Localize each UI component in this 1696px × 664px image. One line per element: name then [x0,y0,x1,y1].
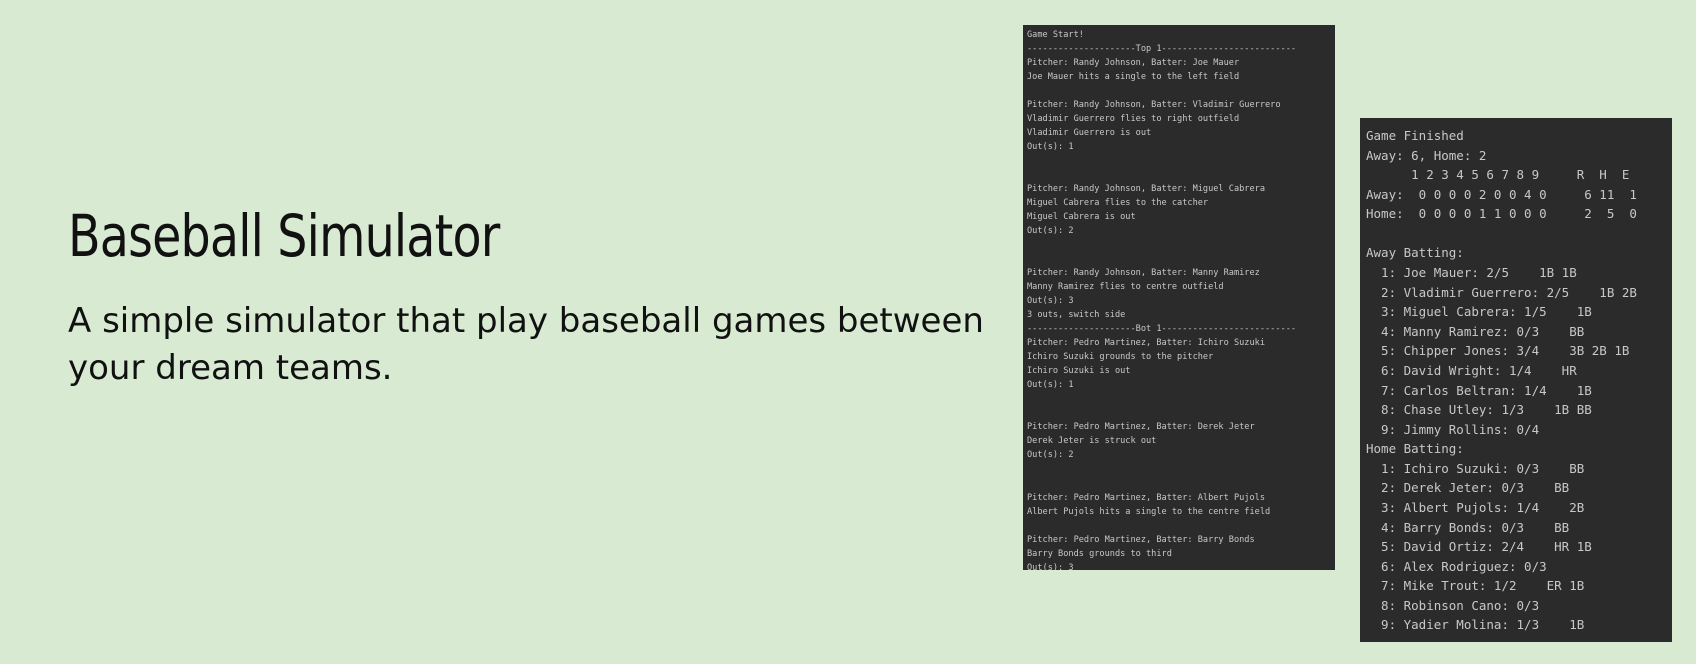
console-line: Out(s): 3 [1027,296,1074,307]
console-line: 9: Yadier Molina: 1/3 1B [1366,617,1585,633]
console-line: Miguel Cabrera flies to the catcher [1027,198,1209,209]
console-line: Pitcher: Randy Johnson, Batter: Manny Ra… [1027,268,1260,279]
game-summary-console: Game Finished Away: 6, Home: 2 1 2 3 4 5 … [1360,118,1672,642]
console-line: 2: Vladimir Guerrero: 2/5 1B 2B [1366,284,1637,300]
console-line: 6: Alex Rodriguez: 0/3 [1366,558,1547,574]
console-line: Vladimir Guerrero flies to right outfiel… [1027,114,1240,125]
console-line: 4: Barry Bonds: 0/3 BB [1366,519,1570,535]
console-line: 1: Ichiro Suzuki: 0/3 BB [1366,460,1585,476]
console-line: Pitcher: Pedro Martinez, Batter: Barry B… [1027,534,1255,545]
console-line: 1 2 3 4 5 6 7 8 9 R H E [1366,167,1630,183]
console-line: Out(s): 1 [1027,380,1074,391]
console-line: Out(s): 3 [1027,562,1074,570]
console-line: 5: Chipper Jones: 3/4 3B 2B 1B [1366,343,1630,359]
console-line: 3: Albert Pujols: 1/4 2B [1366,499,1585,515]
console-line: Home Batting: [1366,441,1464,457]
slide-description: A simple simulator that play baseball ga… [68,301,984,388]
console-line: Out(s): 2 [1027,450,1074,461]
console-line: 3: Miguel Cabrera: 1/5 1B [1366,304,1592,320]
console-line: Away: 0 0 0 0 2 0 0 4 0 6 11 1 [1366,186,1637,202]
console-line: 5: David Ortiz: 2/4 HR 1B [1366,539,1592,555]
console-line: Ichiro Suzuki is out [1027,366,1131,377]
console-line: Game Start! [1027,30,1084,40]
console-line: Vladimir Guerrero is out [1027,128,1152,139]
console-line: 8: Robinson Cano: 0/3 [1366,597,1540,613]
console-line: Out(s): 2 [1027,226,1074,237]
console-line: Out(s): 1 [1027,142,1074,153]
console-line: Joe Mauer hits a single to the left fiel… [1027,72,1240,83]
console-line: 7: Carlos Beltran: 1/4 1B [1366,382,1592,398]
console-line: Ichiro Suzuki grounds to the pitcher [1027,352,1214,363]
console-line: Pitcher: Pedro Martinez, Batter: Derek J… [1027,422,1255,433]
console-line: 6: David Wright: 1/4 HR [1366,362,1577,378]
console-line: Away Batting: [1366,245,1464,261]
console-line: Pitcher: Pedro Martinez, Batter: Ichiro … [1027,338,1265,349]
play-by-play-console: Game Start! ---------------------Top 1---… [1023,25,1335,570]
console-line: Away: 6, Home: 2 [1366,147,1487,163]
console-line: 9: Jimmy Rollins: 0/4 [1366,421,1540,437]
console-line: Pitcher: Randy Johnson, Batter: Vladimir… [1027,100,1281,111]
console-line: 3 outs, switch side [1027,310,1126,321]
console-line: 4: Manny Ramirez: 0/3 BB [1366,323,1585,339]
console-line: ---------------------Top 1--------------… [1027,44,1297,55]
console-line: Barry Bonds grounds to third [1027,548,1172,559]
console-line: Game Finished [1366,128,1464,143]
console-line: 1: Joe Mauer: 2/5 1B 1B [1366,265,1577,281]
console-line: Home: 0 0 0 0 1 1 0 0 0 2 5 0 [1366,206,1637,222]
console-line: Pitcher: Randy Johnson, Batter: Miguel C… [1027,184,1265,195]
console-line: Albert Pujols hits a single to the centr… [1027,506,1271,517]
console-line: 7: Mike Trout: 1/2 ER 1B [1366,578,1585,594]
console-line: Miguel Cabrera is out [1027,212,1136,223]
console-line: Pitcher: Pedro Martinez, Batter: Albert … [1027,492,1265,503]
console-line: Manny Ramirez flies to centre outfield [1027,282,1224,293]
console-line: Pitcher: Randy Johnson, Batter: Joe Maue… [1027,58,1240,69]
console-line: 8: Chase Utley: 1/3 1B BB [1366,402,1592,418]
slide-title: Baseball Simulator [68,202,500,270]
console-line: Derek Jeter is struck out [1027,436,1157,447]
console-line: 2: Derek Jeter: 0/3 BB [1366,480,1570,496]
console-line: ---------------------Bot 1--------------… [1027,324,1297,335]
